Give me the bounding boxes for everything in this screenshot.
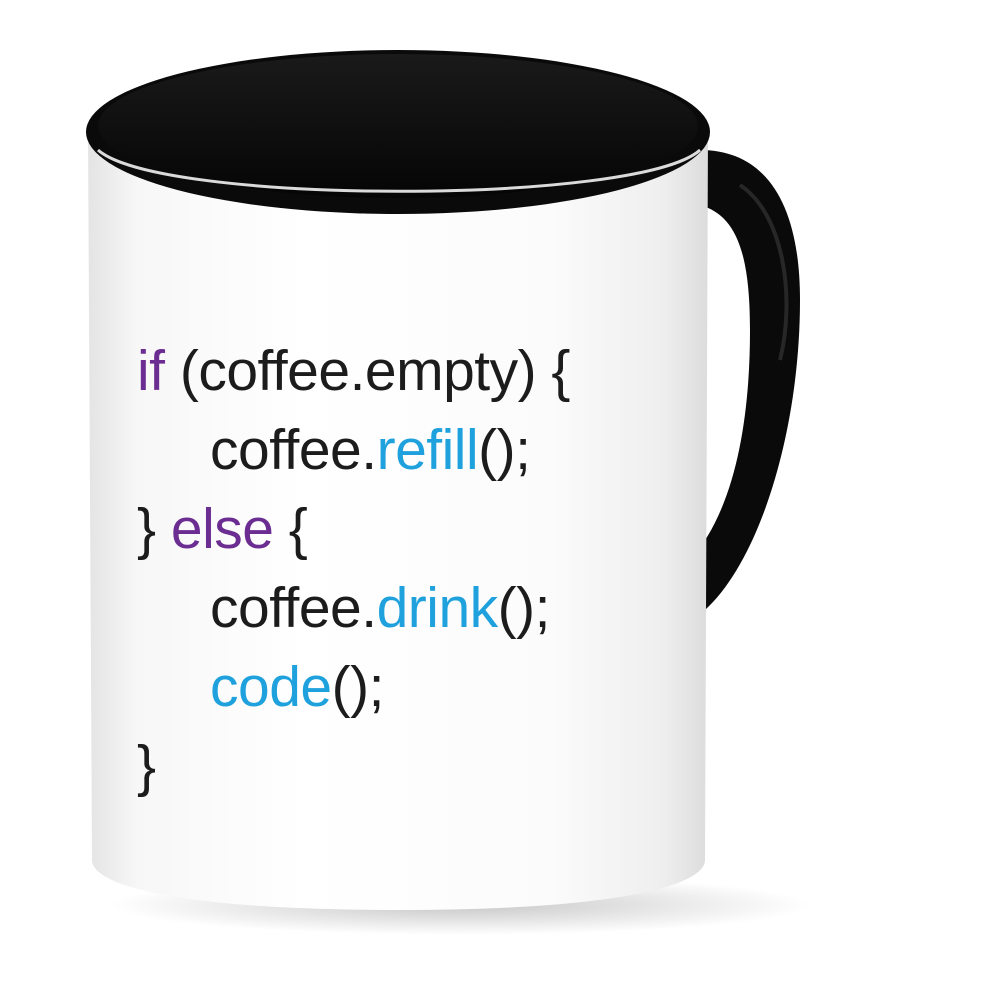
code-token-plain: coffee. <box>210 418 377 482</box>
code-token-function: drink <box>376 576 499 640</box>
code-token-plain: } <box>137 497 171 561</box>
code-line: if (coffee.empty) { <box>137 332 570 411</box>
code-token-plain: (); <box>331 655 385 719</box>
product-photo: if (coffee.empty) {coffee.refill();} els… <box>0 0 1000 1000</box>
mug-interior <box>98 54 698 198</box>
code-line: coffee.drink(); <box>137 569 570 648</box>
code-line: } <box>137 727 570 806</box>
code-token-plain: { <box>273 497 308 561</box>
code-token-plain: (); <box>497 576 551 640</box>
code-line: code(); <box>137 648 570 727</box>
code-token-plain: (coffee.empty) { <box>164 339 571 403</box>
code-line: coffee.refill(); <box>137 411 570 490</box>
code-token-function: code <box>210 655 332 719</box>
code-token-keyword: else <box>170 497 274 561</box>
code-token-function: refill <box>376 418 479 482</box>
code-line: } else { <box>137 490 570 569</box>
code-token-plain: } <box>137 734 156 798</box>
code-token-keyword: if <box>137 339 165 403</box>
code-token-plain: (); <box>478 418 531 482</box>
code-token-plain: coffee. <box>210 576 377 640</box>
mug-print-code: if (coffee.empty) {coffee.refill();} els… <box>137 332 570 806</box>
